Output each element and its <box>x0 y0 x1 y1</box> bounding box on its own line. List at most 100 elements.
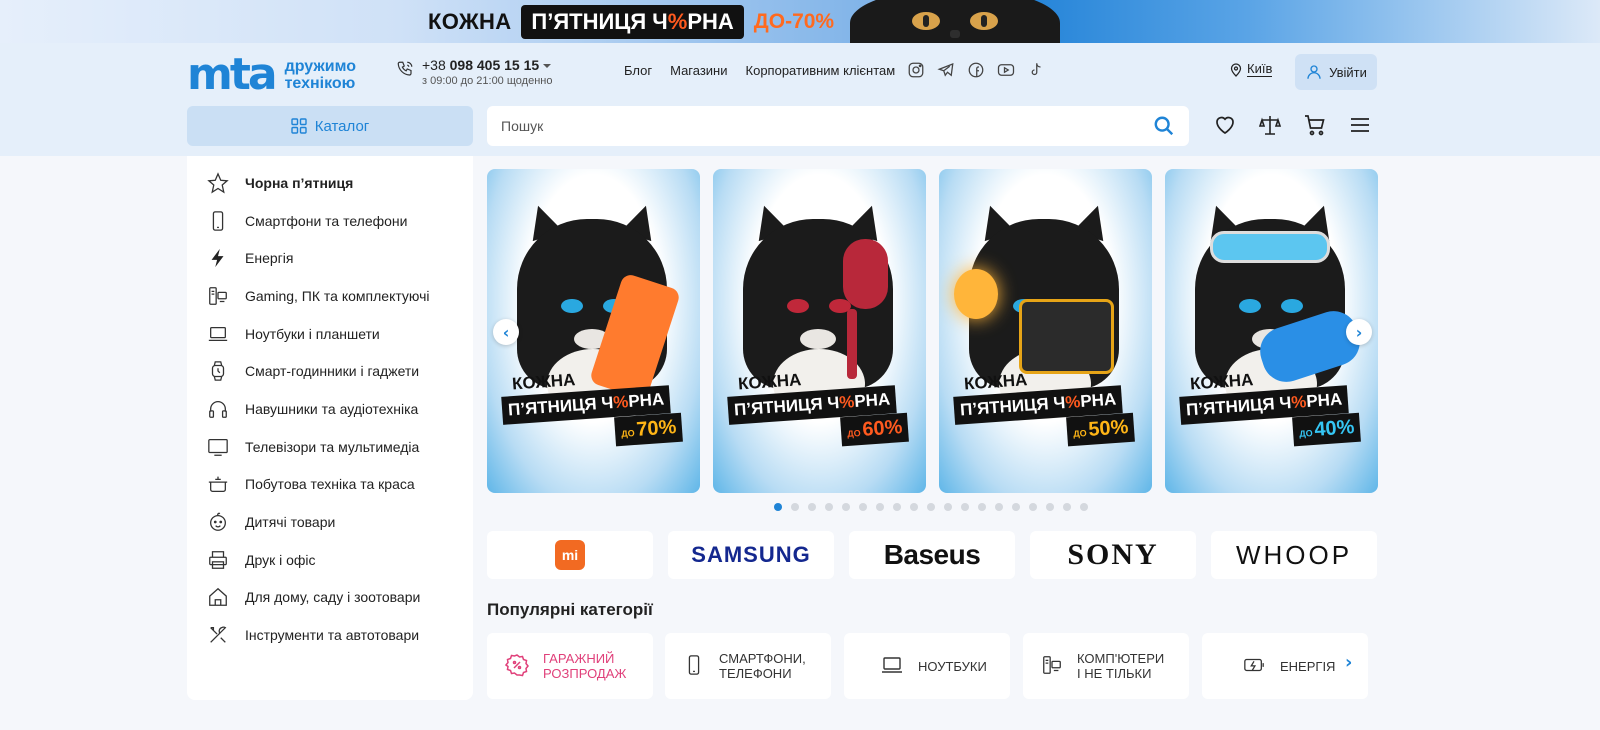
phone-block[interactable]: +38 098 405 15 15 з 09:00 до 21:00 щоден… <box>396 57 552 87</box>
carousel-dot[interactable] <box>859 503 867 511</box>
carousel-dot[interactable] <box>876 503 884 511</box>
carousel-dot[interactable] <box>842 503 850 511</box>
carousel-dot[interactable] <box>825 503 833 511</box>
brand-baseus[interactable]: Baseus <box>849 531 1015 579</box>
logo[interactable]: mta дружимо технікою <box>187 49 367 100</box>
popular-item-garage-sale[interactable]: Гаражний розпродаж <box>487 633 653 699</box>
lightning-icon <box>207 247 229 269</box>
sidebar-item-home-garden[interactable]: Для дому, саду і зоотовари <box>187 579 473 617</box>
carousel-dot[interactable] <box>1063 503 1071 511</box>
baby-icon <box>207 511 229 533</box>
sidebar-item-tv[interactable]: Телевізори та мультимедіа <box>187 428 473 466</box>
nav-blog[interactable]: Блог <box>624 63 652 78</box>
popular-next-button[interactable]: › <box>1345 652 1352 673</box>
banner-card[interactable]: КОЖНА П’ЯТНИЦЯ Ч%РНА ДО60% <box>713 169 926 493</box>
nav-corporate[interactable]: Корпоративним клієнтам <box>746 63 896 78</box>
brand-sony[interactable]: SONY <box>1030 531 1196 579</box>
hairdryer-prop <box>843 239 888 309</box>
sidebar-item-gaming[interactable]: Gaming, ПК та комплектуючі <box>187 277 473 315</box>
popular-item-smartphones[interactable]: Смартфони, телефони <box>665 633 831 699</box>
logo-mark: mta <box>187 49 278 100</box>
heart-icon[interactable] <box>1213 113 1237 137</box>
facebook-icon[interactable] <box>967 61 985 79</box>
carousel-dots <box>774 503 1088 511</box>
tools-icon <box>207 624 229 646</box>
carousel-dot[interactable] <box>944 503 952 511</box>
header: mta дружимо технікою +38 098 405 15 15 з… <box>0 43 1600 156</box>
sidebar-item-tools[interactable]: Інструменти та автотовари <box>187 616 473 654</box>
tiktok-icon[interactable] <box>1027 61 1045 79</box>
social-links <box>907 61 1045 79</box>
brand-samsung[interactable]: SAMSUNG <box>668 531 834 579</box>
carousel-dot[interactable] <box>927 503 935 511</box>
popular-categories-title: Популярні категорії <box>487 600 653 619</box>
brand-whoop[interactable]: WHOOP <box>1211 531 1377 579</box>
carousel-dot[interactable] <box>893 503 901 511</box>
promo-discount: ДО-70% <box>753 10 835 33</box>
carousel-prev-button[interactable]: ‹ <box>493 319 519 345</box>
sidebar-item-print-office[interactable]: Друк і офіс <box>187 541 473 579</box>
catalog-sidebar: Чорна п’ятниця Смартфони та телефони Ене… <box>187 156 473 700</box>
carousel-next-button[interactable]: › <box>1346 319 1372 345</box>
carousel-dot[interactable] <box>1080 503 1088 511</box>
carousel-dot[interactable] <box>995 503 1003 511</box>
nav-stores[interactable]: Магазини <box>670 63 727 78</box>
laptop-icon <box>880 653 904 680</box>
carousel-dot[interactable] <box>791 503 799 511</box>
menu-icon[interactable] <box>1348 113 1372 137</box>
search-input[interactable] <box>501 118 1153 134</box>
grid-icon <box>291 118 307 134</box>
sidebar-item-kids[interactable]: Дитячі товари <box>187 503 473 541</box>
cart-icon[interactable] <box>1303 113 1327 137</box>
carousel-dot[interactable] <box>1029 503 1037 511</box>
search-icon[interactable] <box>1153 115 1175 137</box>
compare-scale-icon[interactable] <box>1258 113 1282 137</box>
sidebar-item-appliances[interactable]: Побутова техніка та краса <box>187 466 473 504</box>
city-selector[interactable]: Київ <box>1230 62 1273 77</box>
promo-carousel: КОЖНА П’ЯТНИЦЯ Ч%РНА ДО70% КОЖНА П’ЯТНИЦ… <box>487 169 1378 493</box>
sidebar-item-black-friday[interactable]: Чорна п’ятниця <box>187 164 473 202</box>
popular-item-energy[interactable]: Енергія <box>1202 633 1368 699</box>
smartwatch-icon <box>207 360 229 382</box>
carousel-dot[interactable] <box>910 503 918 511</box>
sidebar-item-headphones[interactable]: Навушники та аудіотехніка <box>187 390 473 428</box>
catalog-button[interactable]: Каталог <box>187 106 473 146</box>
lightbulb-prop <box>954 269 998 319</box>
pc-icon <box>207 285 229 307</box>
promo-banner[interactable]: КОЖНА П’ЯТНИЦЯ Ч%РНА ДО-70% <box>0 0 1600 43</box>
user-icon <box>1307 65 1321 79</box>
youtube-icon[interactable] <box>997 61 1015 79</box>
banner-slogan: КОЖНА П’ЯТНИЦЯ Ч%РНА <box>953 369 1124 425</box>
banner-slogan: КОЖНА П’ЯТНИЦЯ Ч%РНА <box>727 369 898 425</box>
carousel-dot[interactable] <box>978 503 986 511</box>
sidebar-item-energy[interactable]: Енергія <box>187 239 473 277</box>
phone-number[interactable]: +38 098 405 15 15 <box>422 57 552 73</box>
sidebar-item-smartphones[interactable]: Смартфони та телефони <box>187 202 473 240</box>
brand-xiaomi[interactable]: mi <box>487 531 653 579</box>
sidebar-item-smartwatches[interactable]: Смарт-годинники і гаджети <box>187 352 473 390</box>
smartphone-icon <box>207 210 229 232</box>
carousel-dot[interactable] <box>774 503 782 511</box>
tv-icon <box>207 436 229 458</box>
login-button[interactable]: Увійти <box>1295 54 1377 90</box>
power-station-prop <box>1019 299 1114 374</box>
instagram-icon[interactable] <box>907 61 925 79</box>
promo-black-label: П’ЯТНИЦЯ Ч%РНА <box>521 5 744 39</box>
banner-card[interactable]: КОЖНА П’ЯТНИЦЯ Ч%РНА ДО50% <box>939 169 1152 493</box>
telegram-icon[interactable] <box>937 61 955 79</box>
percent-badge-icon <box>504 653 529 680</box>
popular-item-computers[interactable]: Комп'ютери і не тільки <box>1023 633 1189 699</box>
chevron-down-icon[interactable] <box>543 64 552 69</box>
banner-slogan: КОЖНА П’ЯТНИЦЯ Ч%РНА <box>501 369 672 425</box>
headphones-icon <box>207 398 229 420</box>
carousel-dot[interactable] <box>808 503 816 511</box>
promo-word: КОЖНА <box>428 9 512 34</box>
banner-discount: ДО40% <box>1292 412 1362 447</box>
sidebar-item-laptops[interactable]: Ноутбуки і планшети <box>187 315 473 353</box>
carousel-dot[interactable] <box>1046 503 1054 511</box>
carousel-dot[interactable] <box>961 503 969 511</box>
popular-item-laptops[interactable]: Ноутбуки <box>844 633 1010 699</box>
chevron-right-icon: › <box>1345 652 1353 673</box>
promo-cat-image <box>850 0 1060 43</box>
carousel-dot[interactable] <box>1012 503 1020 511</box>
